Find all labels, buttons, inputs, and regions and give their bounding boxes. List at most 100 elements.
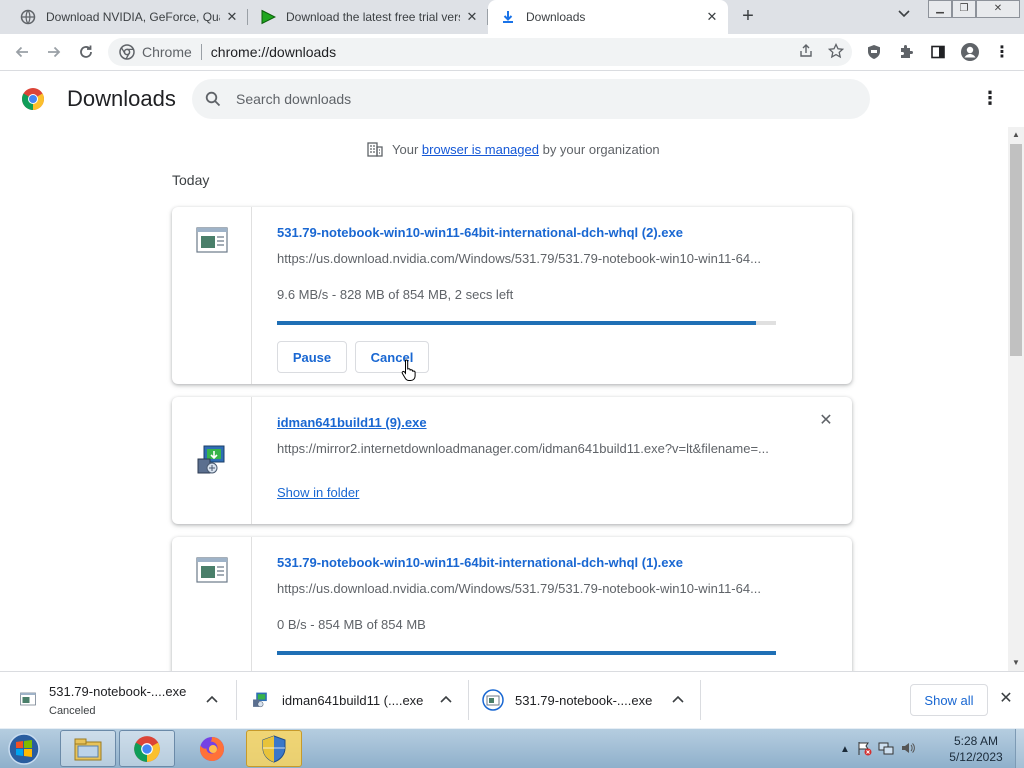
play-icon: [260, 9, 276, 25]
divider: [200, 44, 202, 60]
shelf-item[interactable]: idman641build11 (....exe: [252, 678, 464, 722]
tab-title: Download the latest free trial version: [286, 10, 460, 24]
taskbar-explorer[interactable]: [60, 730, 116, 767]
file-name[interactable]: 531.79-notebook-win10-win11-64bit-intern…: [277, 225, 683, 240]
file-name[interactable]: 531.79-notebook-win10-win11-64bit-intern…: [277, 555, 683, 570]
chevron-down-icon[interactable]: [894, 8, 914, 26]
bookmark-star-icon[interactable]: [827, 42, 845, 63]
download-status: 9.6 MB/s - 828 MB of 854 MB, 2 secs left: [277, 287, 514, 302]
network-icon[interactable]: [878, 740, 894, 759]
exe-file-icon: [20, 692, 36, 706]
shelf-file-status: Canceled: [49, 705, 96, 717]
idm-installer-icon: [197, 445, 225, 474]
chevron-up-icon[interactable]: [670, 692, 686, 708]
show-in-folder-link[interactable]: Show in folder: [277, 485, 359, 500]
windows-taskbar: ▲ 5:28 AM 5/12/2023: [0, 728, 1024, 768]
download-item: 531.79-notebook-win10-win11-64bit-intern…: [172, 537, 852, 671]
tab-nvidia[interactable]: Download NVIDIA, GeForce, Quadro ✕: [8, 0, 248, 34]
download-status: 0 B/s - 854 MB of 854 MB: [277, 617, 426, 632]
divider: [468, 680, 469, 720]
show-hidden-icons[interactable]: ▲: [840, 744, 850, 755]
browser-toolbar: Chrome chrome://downloads ⋮: [0, 34, 1024, 71]
remove-from-list-icon[interactable]: ✕: [818, 413, 834, 429]
system-tray: ▲: [840, 729, 916, 768]
pause-button[interactable]: Pause: [277, 341, 347, 373]
reload-button[interactable]: [74, 41, 98, 63]
url-text[interactable]: chrome://downloads: [211, 44, 336, 60]
file-url[interactable]: https://us.download.nvidia.com/Windows/5…: [277, 581, 777, 596]
close-shelf-icon[interactable]: ✕: [998, 690, 1014, 708]
chevron-up-icon[interactable]: [204, 692, 220, 708]
download-item: 531.79-notebook-win10-win11-64bit-intern…: [172, 207, 852, 384]
address-bar[interactable]: Chrome chrome://downloads: [108, 38, 852, 66]
file-icon-column: [172, 537, 252, 671]
managed-prefix: Your: [392, 141, 419, 157]
browser-menu-icon[interactable]: ⋮: [990, 41, 1014, 63]
action-center-flag-icon[interactable]: [856, 740, 872, 759]
chevron-up-icon[interactable]: [438, 692, 454, 708]
close-window-button[interactable]: ✕: [976, 0, 1020, 18]
divider: [236, 680, 237, 720]
downloads-list: Your browser is managed by your organiza…: [0, 127, 1008, 671]
globe-icon: [20, 9, 36, 25]
progress-fill: [277, 651, 776, 655]
site-info[interactable]: Chrome: [119, 44, 192, 60]
progress-bar: [277, 321, 776, 325]
close-icon[interactable]: ✕: [464, 9, 480, 25]
scroll-down-icon[interactable]: ▼: [1008, 655, 1024, 671]
back-button[interactable]: [10, 41, 34, 63]
download-icon: [500, 9, 516, 25]
browser-managed-link[interactable]: browser is managed: [422, 142, 539, 157]
side-panel-icon[interactable]: [926, 41, 950, 63]
file-url[interactable]: https://us.download.nvidia.com/Windows/5…: [277, 251, 777, 266]
site-label: Chrome: [142, 44, 192, 60]
downloads-header: Downloads ⋮: [0, 71, 1024, 127]
exe-file-icon: [196, 557, 228, 583]
forward-button[interactable]: [42, 41, 66, 63]
file-name[interactable]: idman641build11 (9).exe: [277, 415, 427, 430]
hand-cursor-icon: [401, 359, 416, 381]
scroll-up-icon[interactable]: ▲: [1008, 127, 1024, 143]
close-icon[interactable]: ✕: [704, 9, 720, 25]
restore-button[interactable]: ❐: [952, 0, 976, 18]
show-all-button[interactable]: Show all: [910, 684, 988, 716]
download-shelf: 531.79-notebook-....exe Canceled idman64…: [0, 671, 1024, 728]
scrollbar-thumb[interactable]: [1010, 144, 1022, 356]
download-progress-ring-icon: [482, 689, 504, 711]
minimize-button[interactable]: ▁: [928, 0, 952, 18]
tab-idm[interactable]: Download the latest free trial version ✕: [248, 0, 488, 34]
managed-notice: Your browser is managed by your organiza…: [366, 140, 660, 158]
exe-file-icon: [196, 227, 228, 253]
taskbar-firefox[interactable]: [184, 730, 240, 767]
chrome-logo-icon: [22, 88, 44, 110]
download-item: idman641build11 (9).exe https://mirror2.…: [172, 397, 852, 524]
clock[interactable]: 5:28 AM 5/12/2023: [940, 733, 1012, 765]
profile-avatar-icon[interactable]: [958, 41, 982, 63]
share-icon[interactable]: [798, 43, 814, 63]
file-url[interactable]: https://mirror2.internetdownloadmanager.…: [277, 441, 777, 456]
start-button[interactable]: [4, 731, 44, 767]
tab-downloads[interactable]: Downloads ✕: [488, 0, 728, 34]
shelf-item[interactable]: 531.79-notebook-....exe Canceled: [20, 678, 232, 722]
shelf-file-name: idman641build11 (....exe: [282, 693, 424, 708]
search-downloads[interactable]: [192, 79, 870, 119]
show-desktop-button[interactable]: [1015, 729, 1024, 768]
taskbar-chrome[interactable]: [119, 730, 175, 767]
chrome-icon: [119, 44, 135, 60]
new-tab-button[interactable]: +: [736, 5, 760, 29]
shield-extension-icon[interactable]: [862, 41, 886, 63]
volume-icon[interactable]: [900, 740, 916, 759]
building-icon: [367, 142, 383, 157]
close-icon[interactable]: ✕: [224, 9, 240, 25]
extensions-puzzle-icon[interactable]: [894, 41, 918, 63]
file-icon-column: [172, 207, 252, 384]
taskbar-uac-shield[interactable]: [246, 730, 302, 767]
tab-strip: Download NVIDIA, GeForce, Quadro ✕ Downl…: [0, 0, 1024, 34]
shelf-item[interactable]: 531.79-notebook-....exe: [482, 678, 694, 722]
clock-date: 5/12/2023: [949, 750, 1003, 764]
tab-title: Download NVIDIA, GeForce, Quadro: [46, 10, 220, 24]
more-actions-icon[interactable]: ⋮: [980, 89, 1000, 109]
search-input[interactable]: [236, 91, 836, 107]
file-icon-column: [172, 397, 252, 524]
page-scrollbar[interactable]: ▲ ▼: [1008, 127, 1024, 671]
